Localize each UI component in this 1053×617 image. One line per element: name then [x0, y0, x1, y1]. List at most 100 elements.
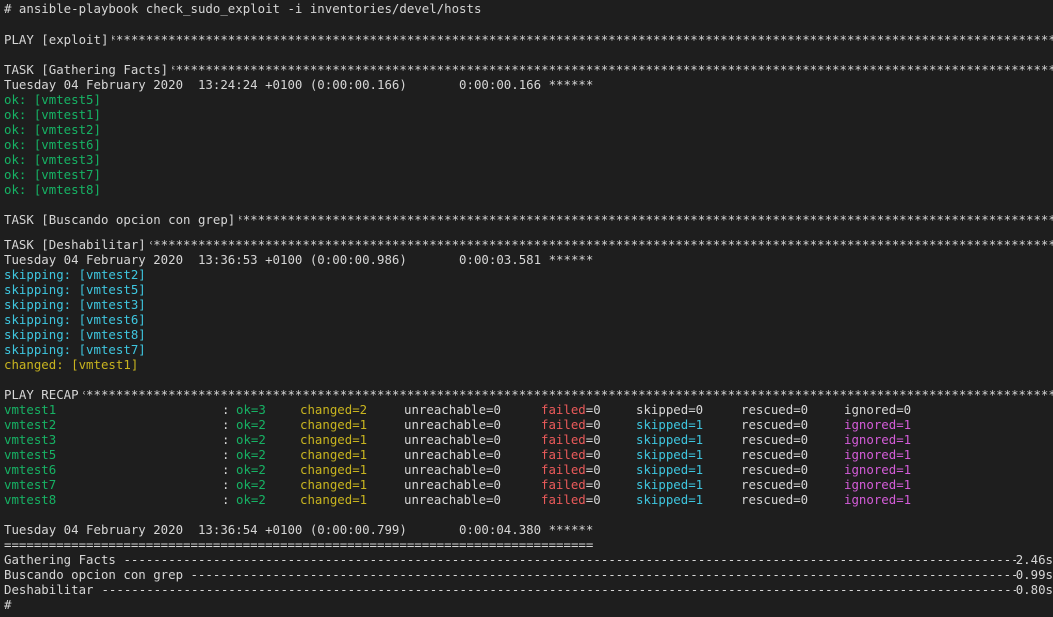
task-header-grep: ****************************************… — [4, 212, 1053, 227]
task-result-skipping: skipping: [vmtest3] — [4, 297, 146, 312]
recap-skipped: skipped=1 — [636, 462, 704, 477]
recap-skipped: skipped=0 — [636, 402, 704, 417]
task-result-skipping: skipping: [vmtest5] — [4, 282, 146, 297]
recap-ignored: ignored=1 — [844, 447, 912, 462]
recap-row: vmtest2: ok=2 changed=1 unreachable=0 failed… — [4, 417, 1053, 432]
recap-colon: : — [222, 492, 230, 507]
recap-ok: ok=2 — [236, 432, 266, 447]
recap-row: vmtest8: ok=2 changed=1 unreachable=0 failed… — [4, 492, 1053, 507]
profile-row: Gathering Facts ------------------------… — [4, 552, 1053, 567]
recap-colon: : — [222, 462, 230, 477]
profile-task-name: Gathering Facts — [4, 552, 116, 567]
task-result-skipping: skipping: [vmtest8] — [4, 327, 146, 342]
task-timing: Tuesday 04 February 2020 13:36:53 +0100 … — [4, 252, 594, 267]
profile-dash-leader: ----------------------------------------… — [190, 567, 1016, 582]
recap-failed: failed=0 — [541, 432, 601, 447]
recap-failed: failed=0 — [541, 447, 601, 462]
play-title: PLAY [exploit] — [4, 32, 113, 47]
recap-ok: ok=2 — [236, 447, 266, 462]
recap-unreachable: unreachable=0 — [404, 402, 501, 417]
recap-row: vmtest1: ok=3 changed=2 unreachable=0 failed… — [4, 402, 1053, 417]
recap-ignored: ignored=0 — [844, 402, 912, 417]
recap-unreachable: unreachable=0 — [404, 462, 501, 477]
task-result-skipping: skipping: [vmtest6] — [4, 312, 146, 327]
recap-row: vmtest5: ok=2 changed=1 unreachable=0 failed… — [4, 447, 1053, 462]
recap-rescued: rescued=0 — [741, 447, 809, 462]
recap-rescued: rescued=0 — [741, 462, 809, 477]
task-title: TASK [Buscando opcion con grep] — [4, 212, 240, 227]
recap-ignored: ignored=1 — [844, 417, 912, 432]
final-timing: Tuesday 04 February 2020 13:36:54 +0100 … — [4, 522, 594, 537]
recap-ignored: ignored=1 — [844, 432, 912, 447]
recap-ignored: ignored=1 — [844, 492, 912, 507]
recap-skipped: skipped=1 — [636, 432, 704, 447]
recap-failed: failed=0 — [541, 417, 601, 432]
task-title: TASK [Deshabilitar] — [4, 237, 150, 252]
separator-line: ========================================… — [4, 537, 594, 552]
recap-row: vmtest3: ok=2 changed=1 unreachable=0 failed… — [4, 432, 1053, 447]
recap-ok: ok=3 — [236, 402, 266, 417]
task-result-ok: ok: [vmtest6] — [4, 137, 101, 152]
recap-unreachable: unreachable=0 — [404, 432, 501, 447]
recap-failed: failed=0 — [541, 462, 601, 477]
task-title: TASK [Gathering Facts] — [4, 62, 173, 77]
task-result-ok: ok: [vmtest8] — [4, 182, 101, 197]
recap-skipped: skipped=1 — [636, 492, 704, 507]
profile-task-time: 0.99s — [1015, 567, 1053, 582]
recap-changed: changed=1 — [300, 492, 368, 507]
recap-ok: ok=2 — [236, 462, 266, 477]
task-result-ok: ok: [vmtest5] — [4, 92, 101, 107]
task-header-deshabilitar: ****************************************… — [4, 237, 1053, 252]
recap-colon: : — [222, 402, 230, 417]
recap-changed: changed=1 — [300, 477, 368, 492]
recap-title: PLAY RECAP — [4, 387, 83, 402]
recap-skipped: skipped=1 — [636, 417, 704, 432]
star-fill: ****************************************… — [4, 237, 1053, 252]
recap-unreachable: unreachable=0 — [404, 447, 501, 462]
recap-failed: failed=0 — [541, 477, 601, 492]
recap-row: vmtest7: ok=2 changed=1 unreachable=0 failed… — [4, 477, 1053, 492]
recap-colon: : — [222, 447, 230, 462]
recap-ok: ok=2 — [236, 477, 266, 492]
shell-prompt[interactable]: # — [4, 597, 1053, 612]
profile-row: Deshabilitar ---------------------------… — [4, 582, 1053, 597]
recap-skipped: skipped=1 — [636, 447, 704, 462]
profile-dash-leader: ----------------------------------------… — [101, 582, 1016, 597]
recap-colon: : — [222, 477, 230, 492]
task-result-ok: ok: [vmtest2] — [4, 122, 101, 137]
recap-unreachable: unreachable=0 — [404, 477, 501, 492]
task-result-skipping: skipping: [vmtest7] — [4, 342, 146, 357]
recap-colon: : — [222, 417, 230, 432]
terminal-window[interactable]: # ansible-playbook check_sudo_exploit -i… — [0, 0, 1053, 617]
profile-row: Buscando opcion con grep ---------------… — [4, 567, 1053, 582]
recap-host: vmtest1 — [4, 402, 57, 417]
task-result-ok: ok: [vmtest1] — [4, 107, 101, 122]
recap-colon: : — [222, 432, 230, 447]
recap-ignored: ignored=1 — [844, 477, 912, 492]
star-fill: ****************************************… — [4, 32, 1053, 47]
recap-skipped: skipped=1 — [636, 477, 704, 492]
profile-task-name: Buscando opcion con grep — [4, 567, 184, 582]
recap-ignored: ignored=1 — [844, 462, 912, 477]
task-result-ok: ok: [vmtest3] — [4, 152, 101, 167]
recap-changed: changed=1 — [300, 432, 368, 447]
recap-host: vmtest7 — [4, 477, 57, 492]
recap-changed: changed=1 — [300, 417, 368, 432]
recap-unreachable: unreachable=0 — [404, 417, 501, 432]
recap-unreachable: unreachable=0 — [404, 492, 501, 507]
recap-rescued: rescued=0 — [741, 492, 809, 507]
play-recap-header: ****************************************… — [4, 387, 1053, 402]
profile-task-time: 2.46s — [1015, 552, 1053, 567]
recap-rescued: rescued=0 — [741, 432, 809, 447]
recap-changed: changed=1 — [300, 447, 368, 462]
profile-dash-leader: ----------------------------------------… — [123, 552, 1016, 567]
command-line: # ansible-playbook check_sudo_exploit -i… — [4, 1, 482, 16]
recap-host: vmtest8 — [4, 492, 57, 507]
task-header-gathering: ****************************************… — [4, 62, 1053, 77]
recap-failed: failed=0 — [541, 402, 601, 417]
play-header: ****************************************… — [4, 32, 1053, 47]
recap-rescued: rescued=0 — [741, 477, 809, 492]
task-result-ok: ok: [vmtest7] — [4, 167, 101, 182]
star-fill: ****************************************… — [4, 387, 1053, 402]
recap-changed: changed=2 — [300, 402, 368, 417]
